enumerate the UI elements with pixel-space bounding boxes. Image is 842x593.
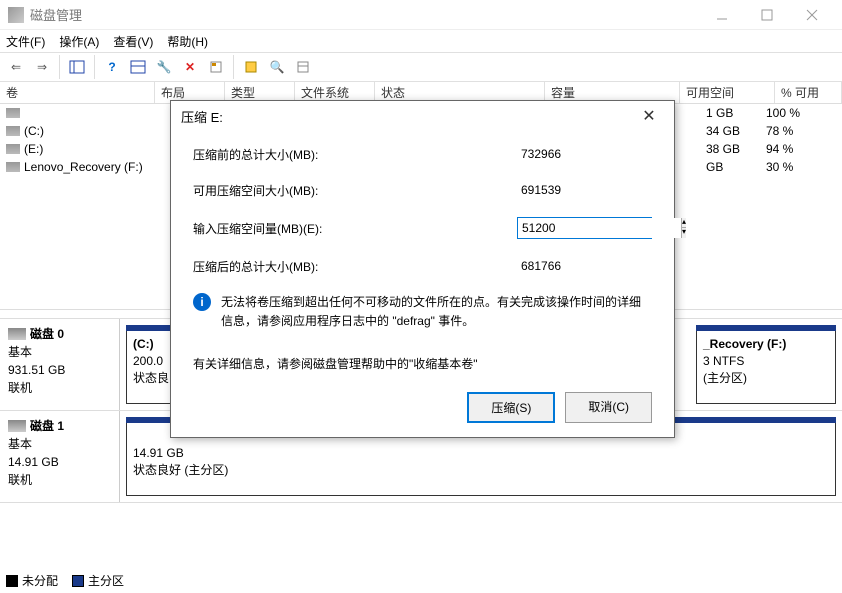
partition-recovery[interactable]: _Recovery (F:) 3 NTFS (主分区) [696,325,836,404]
disk-size: 14.91 GB [8,453,111,471]
forward-icon[interactable]: ⇒ [30,55,54,79]
col-volume[interactable]: 卷 [0,82,155,103]
cancel-button[interactable]: 取消(C) [565,392,652,423]
help-link-text: 有关详细信息，请参阅磁盘管理帮助中的"收缩基本卷" [193,355,652,372]
separator [94,55,95,79]
part-name: _Recovery (F:) [703,336,829,353]
volume-icon [6,126,20,136]
disk-0-info[interactable]: 磁盘 0 基本 931.51 GB 联机 [0,319,120,410]
disk-type: 基本 [8,435,111,453]
refresh-icon[interactable] [239,55,263,79]
spinner-down-icon[interactable]: ▾ [682,228,686,238]
layout2-icon[interactable] [126,55,150,79]
disk-type: 基本 [8,343,111,361]
info-text: 无法将卷压缩到超出任何不可移动的文件所在的点。有关完成该操作时间的详细信息，请参… [221,293,652,331]
dialog-title: 压缩 E: [181,107,634,126]
volume-icon [6,162,20,172]
list-icon[interactable] [291,55,315,79]
maximize-button[interactable] [744,0,789,30]
part-fs: 3 NTFS [703,353,829,370]
dialog-close-button[interactable]: ✕ [634,106,664,126]
properties-icon[interactable] [204,55,228,79]
disk-status: 联机 [8,471,111,489]
shrink-dialog: 压缩 E: ✕ 压缩前的总计大小(MB): 732966 可用压缩空间大小(MB… [170,100,675,438]
vol-free: GB [700,160,760,174]
titlebar: 磁盘管理 [0,0,842,30]
disk-1-info[interactable]: 磁盘 1 基本 14.91 GB 联机 [0,411,120,502]
info-icon: i [193,293,211,311]
shrink-button[interactable]: 压缩(S) [467,392,555,423]
label-total-after: 压缩后的总计大小(MB): [193,258,517,275]
legend: 未分配 主分区 [6,572,124,589]
layout1-icon[interactable] [65,55,89,79]
menu-action[interactable]: 操作(A) [59,33,99,50]
help-icon[interactable]: ? [100,55,124,79]
disk-name: 磁盘 0 [30,325,64,343]
col-free[interactable]: 可用空间 [680,82,775,103]
disk-status: 联机 [8,379,111,397]
label-total-before: 压缩前的总计大小(MB): [193,146,517,163]
vol-pct: 100 % [760,106,820,120]
back-icon[interactable]: ⇐ [4,55,28,79]
vol-name: Lenovo_Recovery (F:) [24,160,143,174]
vol-free: 1 GB [700,106,760,120]
shrink-amount-spinner[interactable]: ▴ ▾ [517,217,652,239]
vol-free: 38 GB [700,142,760,156]
value-available: 691539 [517,181,652,199]
part-name: (C:) [133,336,174,353]
shrink-amount-input[interactable] [518,218,681,238]
volume-icon [6,108,20,118]
part-status: (主分区) [703,370,829,387]
part-status: 状态良好 (主分区) [133,462,829,479]
legend-unalloc-label: 未分配 [22,572,58,589]
disk-icon [8,420,26,432]
menu-help[interactable]: 帮助(H) [167,33,208,50]
settings-icon[interactable]: 🔧 [152,55,176,79]
vol-pct: 94 % [760,142,820,156]
delete-icon[interactable]: ✕ [178,55,202,79]
vol-pct: 30 % [760,160,820,174]
window-title: 磁盘管理 [30,5,699,24]
separator [59,55,60,79]
part-status: 状态良 [133,370,174,387]
vol-name: (C:) [24,124,44,138]
disk-size: 931.51 GB [8,361,111,379]
vol-free: 34 GB [700,124,760,138]
volume-icon [6,144,20,154]
vol-name: (E:) [24,142,43,156]
minimize-button[interactable] [699,0,744,30]
separator [233,55,234,79]
disk-icon [8,328,26,340]
legend-primary-swatch [72,575,84,587]
vol-pct: 78 % [760,124,820,138]
menubar: 文件(F) 操作(A) 查看(V) 帮助(H) [0,30,842,52]
value-total-after: 681766 [517,257,652,275]
toolbar: ⇐ ⇒ ? 🔧 ✕ 🔍 [0,52,842,82]
part-size: 200.0 [133,353,174,370]
label-available: 可用压缩空间大小(MB): [193,182,517,199]
disk-name: 磁盘 1 [30,417,64,435]
label-shrink-amount: 输入压缩空间量(MB)(E): [193,220,517,237]
value-total-before: 732966 [517,145,652,163]
search-icon[interactable]: 🔍 [265,55,289,79]
part-size: 14.91 GB [133,445,829,462]
menu-file[interactable]: 文件(F) [6,33,45,50]
col-pct[interactable]: % 可用 [775,82,842,103]
close-button[interactable] [789,0,834,30]
legend-primary-label: 主分区 [88,572,124,589]
legend-unalloc-swatch [6,575,18,587]
menu-view[interactable]: 查看(V) [113,33,153,50]
app-icon [8,7,24,23]
